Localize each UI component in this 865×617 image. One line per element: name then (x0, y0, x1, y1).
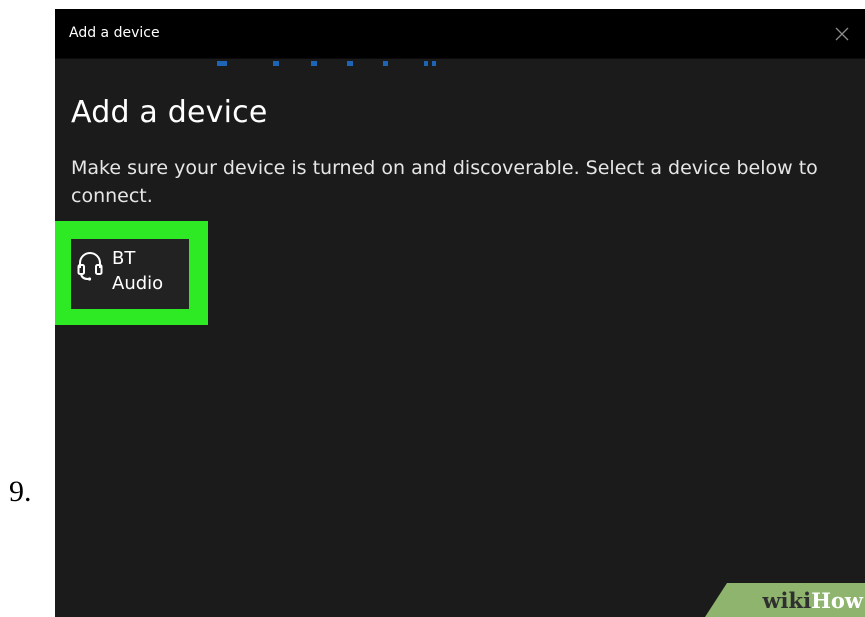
watermark-how: How (811, 587, 863, 613)
title-bar: Add a device (55, 9, 865, 59)
progress-dash (432, 61, 436, 66)
instructions-text: Make sure your device is turned on and d… (71, 157, 818, 207)
watermark-wiki: wiki (762, 587, 812, 613)
progress-dash (424, 61, 428, 66)
step-number: 9. (9, 475, 32, 508)
device-tile-bt-audio[interactable]: BT Audio (71, 239, 189, 309)
device-name: BT Audio (112, 248, 164, 294)
add-device-window: Add a device Add a device Make sure your… (55, 9, 865, 617)
progress-dash (217, 61, 227, 66)
close-icon (835, 27, 849, 40)
page-heading: Add a device (71, 95, 268, 130)
progress-dash (311, 61, 317, 66)
close-button[interactable] (819, 9, 865, 58)
progress-dash (347, 61, 353, 66)
window-title: Add a device (69, 25, 160, 41)
progress-dash (383, 61, 388, 66)
progress-dash (273, 61, 279, 66)
headset-icon (77, 252, 103, 281)
wikihow-watermark: wiki How (705, 583, 865, 617)
